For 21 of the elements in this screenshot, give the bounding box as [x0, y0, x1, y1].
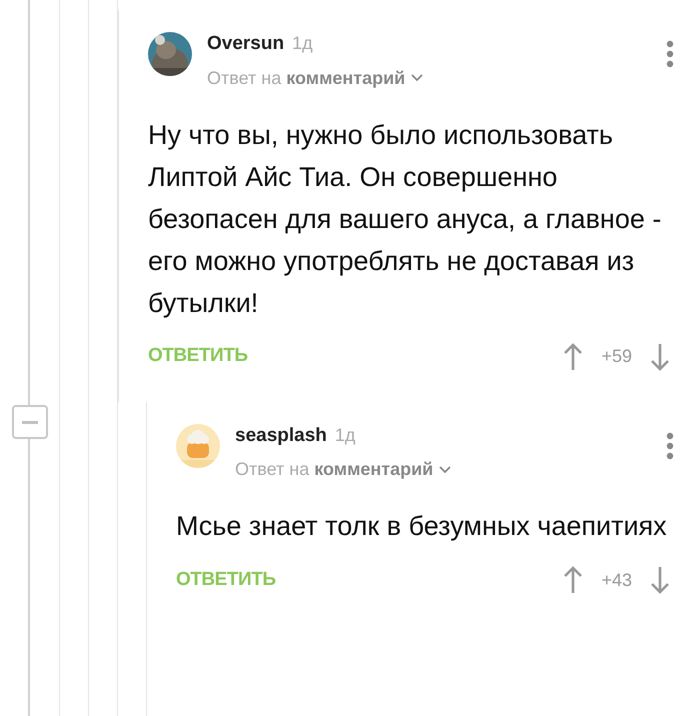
rating: +59 [601, 345, 632, 368]
more-icon[interactable] [666, 432, 674, 460]
reply-to-link[interactable]: Ответ на комментарий [235, 456, 434, 483]
comment-time: 1д [334, 424, 356, 447]
comment-time: 1д [292, 32, 313, 55]
collapse-button[interactable] [12, 405, 48, 439]
comment-text: Мсье знает толк в безумных чаепитиях [176, 510, 668, 543]
rating: +43 [601, 568, 632, 592]
reply-button[interactable]: ОТВЕТИТЬ [176, 566, 276, 594]
reply-button[interactable]: ОТВЕТИТЬ [148, 342, 248, 371]
downvote-icon[interactable] [650, 342, 670, 372]
downvote-icon[interactable] [650, 565, 670, 595]
author-name[interactable]: Oversun [207, 30, 284, 58]
chevron-down-icon[interactable] [410, 73, 424, 83]
upvote-icon[interactable] [563, 342, 584, 372]
upvote-icon[interactable] [563, 565, 584, 595]
reply-to-link[interactable]: Ответ на комментарий [207, 64, 406, 92]
comment-text: Ну что вы, нужно было использовать Липтой Айс Тиа. Он совершенно безопасен для вашего ануса, а главное - его можно употреблять не доставая из бутылки! [148, 118, 662, 320]
author-name[interactable]: seasplash [235, 422, 327, 450]
more-icon[interactable] [666, 40, 674, 68]
chevron-down-icon[interactable] [438, 464, 452, 474]
